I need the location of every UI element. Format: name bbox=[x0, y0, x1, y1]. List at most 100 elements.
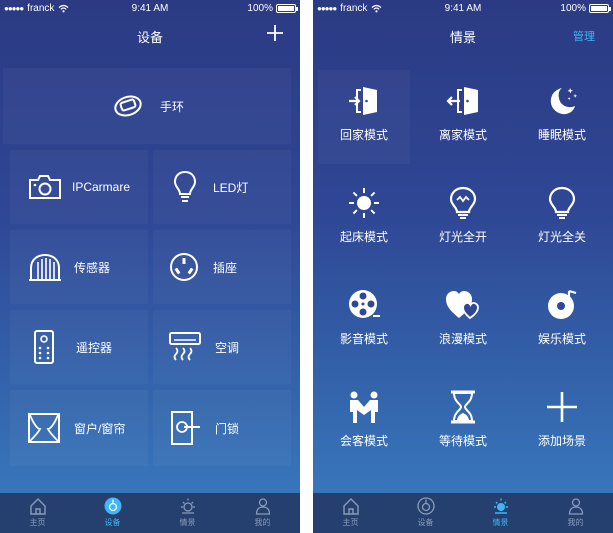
socket-icon bbox=[170, 253, 198, 281]
device-tile-band[interactable]: 手环 bbox=[3, 68, 291, 144]
device-tile-curtain[interactable]: 窗户/窗帘 bbox=[10, 390, 148, 466]
exit-door-icon bbox=[446, 87, 478, 115]
tab-scenes[interactable]: 情景 bbox=[150, 493, 225, 533]
band-icon bbox=[114, 95, 142, 117]
battery-icon bbox=[276, 4, 298, 13]
remote-icon bbox=[34, 330, 54, 364]
device-tile-sensor[interactable]: 传感器 bbox=[10, 230, 148, 304]
battery-percent: 100% bbox=[560, 3, 586, 14]
device-label: 窗户/窗帘 bbox=[74, 421, 126, 436]
device-label: 插座 bbox=[213, 260, 238, 275]
scene-label: 睡眠模式 bbox=[537, 128, 586, 142]
handshake-icon bbox=[350, 391, 378, 423]
scene-label: 会客模式 bbox=[339, 434, 388, 448]
tab-label: 设备 bbox=[104, 518, 121, 527]
sensor-icon bbox=[29, 253, 61, 281]
sun-tab-icon bbox=[493, 498, 508, 514]
tab-devices[interactable]: 设备 bbox=[388, 493, 463, 533]
device-tile-camera[interactable]: IPCarmare bbox=[10, 150, 148, 224]
home-icon bbox=[29, 498, 46, 515]
film-reel-icon bbox=[349, 290, 380, 318]
status-bar: ●●●●● franck 9:41 AM 100% bbox=[313, 0, 613, 18]
nav-bar: 情景 管理 bbox=[313, 18, 613, 52]
scene-tile-romance[interactable]: 浪漫模式 bbox=[416, 288, 510, 347]
curtain-icon bbox=[28, 413, 60, 443]
scene-tile-home[interactable]: 回家模式 bbox=[318, 84, 410, 143]
status-bar: ●●●●● franck 9:41 AM 100% bbox=[0, 0, 300, 18]
scene-tile-guests[interactable]: 会客模式 bbox=[318, 390, 410, 449]
scene-label: 添加场景 bbox=[537, 434, 586, 448]
door-lock-icon bbox=[171, 411, 200, 445]
tab-bar: 主页 设备 情景 我的 bbox=[0, 493, 300, 533]
device-label: 空调 bbox=[215, 340, 240, 355]
person-icon bbox=[255, 498, 270, 515]
device-tile-ac[interactable]: 空调 bbox=[153, 310, 291, 384]
battery-indicator: 100% bbox=[247, 3, 298, 14]
tab-label: 设备 bbox=[417, 518, 434, 527]
tab-home[interactable]: 主页 bbox=[313, 493, 388, 533]
device-label: 遥控器 bbox=[76, 340, 113, 355]
ac-icon bbox=[169, 332, 201, 361]
device-icon bbox=[104, 497, 121, 515]
tab-label: 情景 bbox=[492, 518, 509, 527]
device-label: 门锁 bbox=[215, 421, 240, 436]
scene-tile-entertainment[interactable]: 娱乐模式 bbox=[516, 288, 608, 347]
scene-tile-movie[interactable]: 影音模式 bbox=[318, 288, 410, 347]
device-tile-remote[interactable]: 遥控器 bbox=[10, 310, 148, 384]
scene-tile-lights-on[interactable]: 灯光全开 bbox=[416, 186, 510, 245]
battery-indicator: 100% bbox=[560, 3, 611, 14]
device-label: 手环 bbox=[159, 99, 184, 114]
scene-tile-add[interactable]: 添加场景 bbox=[516, 390, 608, 449]
scene-tile-lights-off[interactable]: 灯光全关 bbox=[516, 186, 608, 245]
bulb-on-icon bbox=[449, 186, 477, 219]
device-label: IPCarmare bbox=[72, 180, 131, 194]
page-title: 设备 bbox=[136, 30, 163, 45]
scene-label: 起床模式 bbox=[339, 230, 388, 244]
device-label: LED灯 bbox=[213, 180, 249, 195]
bulb-off-icon bbox=[548, 186, 576, 219]
tab-label: 我的 bbox=[254, 518, 271, 527]
manage-button[interactable]: 管理 bbox=[573, 28, 595, 44]
tab-home[interactable]: 主页 bbox=[0, 493, 75, 533]
sun-tab-icon bbox=[180, 498, 195, 514]
scene-tile-wake[interactable]: 起床模式 bbox=[318, 186, 410, 245]
device-icon bbox=[416, 497, 435, 515]
scene-label: 浪漫模式 bbox=[438, 332, 487, 346]
add-device-button[interactable] bbox=[264, 22, 286, 44]
person-icon bbox=[568, 498, 583, 515]
battery-icon bbox=[589, 4, 611, 13]
scene-tile-sleep[interactable]: 睡眠模式 bbox=[516, 84, 608, 143]
tab-devices[interactable]: 设备 bbox=[75, 493, 150, 533]
add-icon bbox=[547, 392, 577, 422]
battery-percent: 100% bbox=[247, 3, 273, 14]
scenes-screen: ●●●●● franck 9:41 AM 100% 情景 管理 回家模式 离家模… bbox=[313, 0, 613, 533]
scene-label: 影音模式 bbox=[339, 332, 388, 346]
device-label: 传感器 bbox=[74, 260, 111, 275]
device-tile-door-lock[interactable]: 门锁 bbox=[153, 390, 291, 466]
enter-door-icon bbox=[349, 87, 377, 115]
hearts-icon bbox=[446, 291, 479, 320]
home-icon bbox=[342, 498, 359, 515]
scene-label: 回家模式 bbox=[339, 128, 388, 142]
scene-tile-waiting[interactable]: 等待模式 bbox=[416, 390, 510, 449]
scene-label: 灯光全关 bbox=[537, 230, 586, 244]
moon-icon bbox=[550, 88, 578, 115]
hourglass-icon bbox=[451, 390, 475, 424]
tab-profile[interactable]: 我的 bbox=[225, 493, 300, 533]
scene-label: 灯光全开 bbox=[438, 230, 487, 244]
device-tile-socket[interactable]: 插座 bbox=[153, 230, 291, 304]
nav-bar: 设备 bbox=[0, 18, 300, 52]
tab-profile[interactable]: 我的 bbox=[538, 493, 613, 533]
scene-label: 等待模式 bbox=[438, 434, 487, 448]
scene-label: 离家模式 bbox=[438, 128, 487, 142]
device-tile-led[interactable]: LED灯 bbox=[153, 150, 291, 224]
tab-label: 主页 bbox=[29, 518, 46, 527]
tab-scenes[interactable]: 情景 bbox=[463, 493, 538, 533]
page-title: 情景 bbox=[449, 30, 476, 45]
bulb-icon bbox=[173, 170, 197, 202]
tab-label: 主页 bbox=[342, 518, 359, 527]
scene-tile-away[interactable]: 离家模式 bbox=[416, 84, 510, 143]
scene-label: 娱乐模式 bbox=[537, 332, 586, 346]
tab-bar: 主页 设备 情景 我的 bbox=[313, 493, 613, 533]
music-disc-icon bbox=[548, 289, 577, 319]
